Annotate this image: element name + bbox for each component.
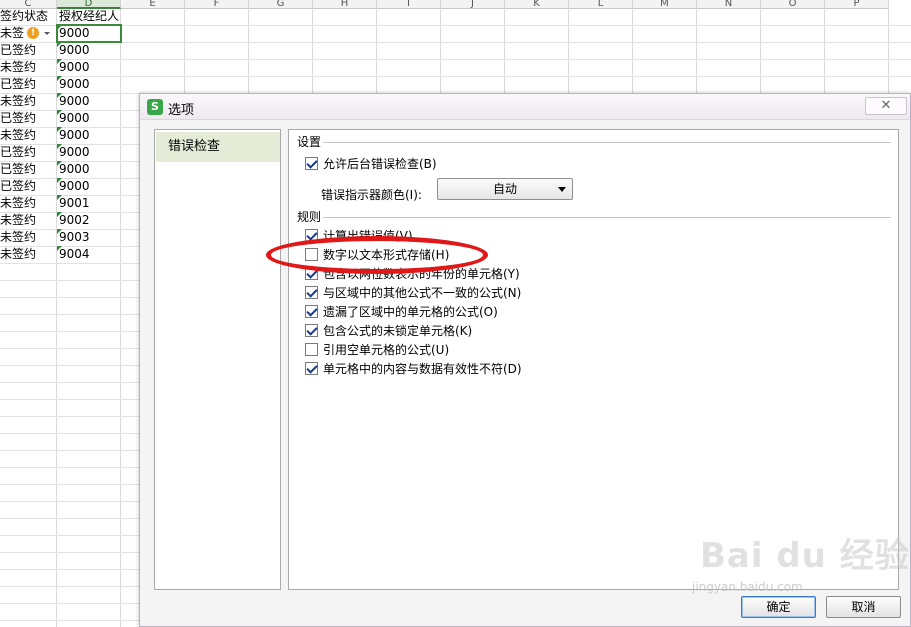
rule-label: 遗漏了区域中的单元格的公式(O) xyxy=(323,305,498,319)
agent-cell[interactable]: 9000 xyxy=(57,161,120,178)
column-header-f[interactable]: F xyxy=(185,0,249,9)
error-indicator-triangle xyxy=(57,93,62,98)
rule-option[interactable]: 包含公式的未锁定单元格(K) xyxy=(305,323,472,339)
status-cell[interactable]: 已签约 xyxy=(0,42,56,59)
error-indicator-triangle xyxy=(57,195,62,200)
cancel-button[interactable]: 取消 xyxy=(826,596,901,618)
column-header-j[interactable]: J xyxy=(441,0,505,9)
rule-label: 引用空单元格的公式(U) xyxy=(323,343,450,357)
active-cell-border xyxy=(56,24,122,43)
agent-cell[interactable]: 9000 xyxy=(57,59,120,76)
error-indicator-triangle xyxy=(57,110,62,115)
error-indicator-triangle xyxy=(57,144,62,149)
dialog-title: 选项 xyxy=(168,103,195,118)
status-cell[interactable]: 未签约 xyxy=(0,59,56,76)
error-indicator-triangle xyxy=(57,76,62,81)
status-cell[interactable]: 已签约 xyxy=(0,144,56,161)
rule-checkbox[interactable] xyxy=(305,305,318,318)
ok-button[interactable]: 确定 xyxy=(741,596,816,618)
status-cell[interactable]: 未签约 xyxy=(0,195,56,212)
column-header-l[interactable]: L xyxy=(569,0,633,9)
grid-hline xyxy=(0,42,911,43)
agent-cell[interactable]: 9003 xyxy=(57,229,120,246)
rule-option[interactable]: 引用空单元格的公式(U) xyxy=(305,342,449,358)
status-cell[interactable]: 未签约 xyxy=(0,212,56,229)
status-cell[interactable]: 已签约 xyxy=(0,161,56,178)
background-check-label: 允许后台错误检查(B) xyxy=(323,157,437,171)
error-indicator-triangle xyxy=(57,161,62,166)
rule-option[interactable]: 单元格中的内容与数据有效性不符(D) xyxy=(305,361,522,377)
rule-checkbox[interactable] xyxy=(305,343,318,356)
chevron-down-icon[interactable] xyxy=(44,32,50,35)
column-header-p[interactable]: P xyxy=(825,0,889,9)
rule-label: 单元格中的内容与数据有效性不符(D) xyxy=(323,362,522,376)
settings-divider xyxy=(323,142,891,143)
agent-cell[interactable]: 9000 xyxy=(57,110,120,127)
red-highlight-ellipse xyxy=(266,236,488,274)
rule-option[interactable]: 与区域中的其他公式不一致的公式(N) xyxy=(305,285,521,301)
agent-cell[interactable]: 9000 xyxy=(57,144,120,161)
indicator-color-label: 错误指示器颜色(I): xyxy=(321,188,422,202)
column-header-g[interactable]: G xyxy=(249,0,313,9)
rule-checkbox[interactable] xyxy=(305,362,318,375)
agent-cell[interactable]: 9000 xyxy=(57,42,120,59)
rule-checkbox[interactable] xyxy=(305,286,318,299)
nav-item-error-check[interactable]: 错误检查 xyxy=(156,132,280,162)
rule-label: 与区域中的其他公式不一致的公式(N) xyxy=(323,286,522,300)
settings-heading: 设置 xyxy=(297,135,322,149)
grid-hline xyxy=(0,76,911,77)
error-indicator-triangle xyxy=(57,178,62,183)
error-indicator-triangle xyxy=(57,212,62,217)
error-indicator-triangle xyxy=(57,59,62,64)
agent-cell[interactable]: 9001 xyxy=(57,195,120,212)
status-cell[interactable]: 未签约 xyxy=(0,127,56,144)
column-header-o[interactable]: O xyxy=(761,0,825,9)
exclamation-icon[interactable]: ! xyxy=(27,27,39,39)
error-indicator-triangle xyxy=(57,229,62,234)
status-cell[interactable]: 未签约 xyxy=(0,246,56,263)
indicator-color-select[interactable]: 自动 xyxy=(437,178,573,200)
agent-cell[interactable]: 9004 xyxy=(57,246,120,263)
agent-cell[interactable]: 9000 xyxy=(57,93,120,110)
rules-divider xyxy=(323,217,891,218)
agent-cell[interactable]: 9000 xyxy=(57,178,120,195)
background-check-checkbox[interactable] xyxy=(305,157,318,170)
dialog-titlebar: S 选项 ✕ xyxy=(140,94,910,120)
agent-cell[interactable]: 9000 xyxy=(57,127,120,144)
status-cell[interactable]: 未签约 xyxy=(0,229,56,246)
indicator-color-value: 自动 xyxy=(492,182,517,196)
status-cell[interactable]: 已签约 xyxy=(0,178,56,195)
column-header-n[interactable]: N xyxy=(697,0,761,9)
header-cell-status[interactable]: 签约状态 xyxy=(0,8,56,25)
column-header-k[interactable]: K xyxy=(505,0,569,9)
baidu-watermark-logo: Bai du 经验 xyxy=(700,536,910,576)
rules-heading: 规则 xyxy=(297,210,322,224)
status-cell[interactable]: 未签约 xyxy=(0,93,56,110)
column-header-m[interactable]: M xyxy=(633,0,697,9)
rule-label: 包含公式的未锁定单元格(K) xyxy=(323,324,473,338)
error-indicator-triangle xyxy=(57,127,62,132)
header-cell-agent[interactable]: 授权经纪人 xyxy=(57,8,120,25)
baidu-watermark-url: jingyan.baidu.com xyxy=(692,580,803,594)
agent-cell[interactable]: 9002 xyxy=(57,212,120,229)
column-header-e[interactable]: E xyxy=(121,0,185,9)
status-cell[interactable]: 已签约 xyxy=(0,76,56,93)
error-indicator-triangle xyxy=(57,246,62,251)
column-header-h[interactable]: H xyxy=(313,0,377,9)
status-cell[interactable]: 已签约 xyxy=(0,110,56,127)
rule-option[interactable]: 遗漏了区域中的单元格的公式(O) xyxy=(305,304,498,320)
settings-panel: 设置 允许后台错误检查(B) 错误指示器颜色(I): 自动 规则 计算出错误值(… xyxy=(288,129,899,590)
dropdown-arrow-icon xyxy=(558,187,566,192)
wps-app-icon: S xyxy=(147,99,163,115)
column-header-i[interactable]: I xyxy=(377,0,441,9)
grid-hline xyxy=(0,59,911,60)
rule-checkbox[interactable] xyxy=(305,324,318,337)
close-button[interactable]: ✕ xyxy=(865,97,907,115)
grid-hline xyxy=(0,25,911,26)
background-check-option[interactable]: 允许后台错误检查(B) xyxy=(305,156,437,172)
agent-cell[interactable]: 9000 xyxy=(57,76,120,93)
category-list: 错误检查 xyxy=(154,129,281,590)
